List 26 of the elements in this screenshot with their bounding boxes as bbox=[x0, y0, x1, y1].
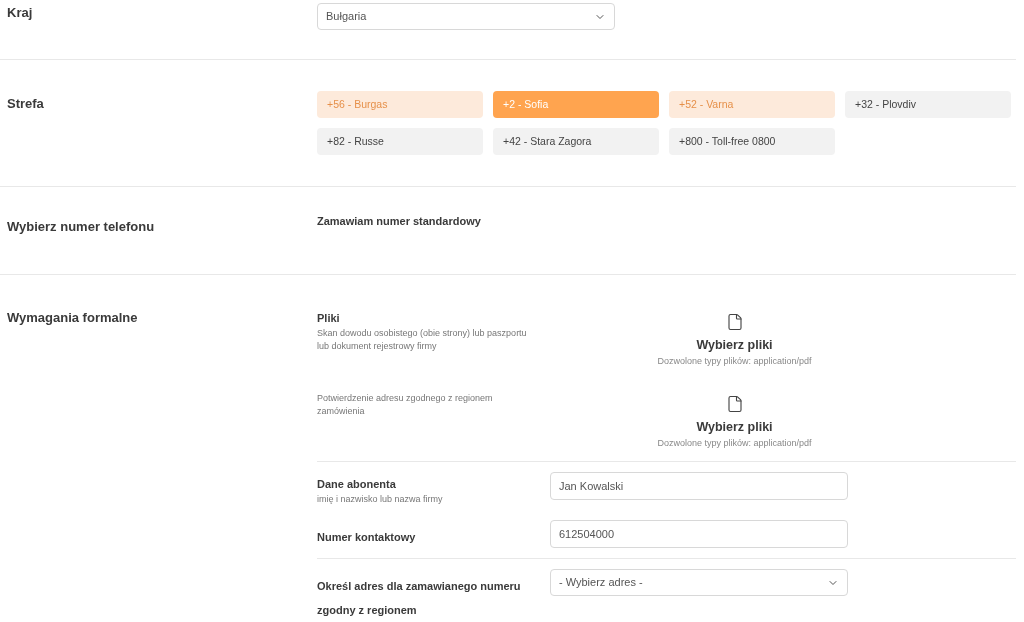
zone-option[interactable]: +32 - Plovdiv bbox=[845, 91, 1011, 118]
field-label: Określ adres dla zamawianego numeru zgodny z regionem bbox=[317, 580, 521, 616]
zone-option[interactable]: +82 - Russe bbox=[317, 128, 483, 155]
choose-files-button[interactable]: Wybierz pliki bbox=[696, 336, 773, 355]
field-label: Dane abonenta bbox=[317, 477, 397, 492]
file-types-hint: Dozwolone typy plików: application/pdf bbox=[657, 436, 812, 450]
section-label: Strefa bbox=[7, 96, 44, 111]
file-icon bbox=[725, 313, 744, 331]
select-field[interactable]: - Wybierz adres - bbox=[550, 569, 848, 596]
choose-files-button[interactable]: Wybierz pliki bbox=[696, 418, 773, 437]
contact-number-input[interactable]: 612504000 bbox=[550, 520, 848, 548]
files-title: Pliki bbox=[317, 311, 341, 326]
file-icon bbox=[725, 395, 744, 413]
zone-option[interactable]: +42 - Stara Zagora bbox=[493, 128, 659, 155]
section-label: Wymagania formalne bbox=[7, 310, 138, 325]
section-label: Wybierz numer telefonu bbox=[7, 219, 155, 234]
field-hint: imię i nazwisko lub nazwa firmy bbox=[317, 492, 444, 506]
field-label: Numer kontaktowy bbox=[317, 531, 416, 543]
select-field[interactable]: Bułgaria bbox=[317, 3, 615, 30]
file-description: Potwierdzenie adresu zgodnego z regionem zamówienia bbox=[317, 392, 494, 418]
section-label: Kraj bbox=[7, 5, 33, 20]
file-description: Skan dowodu osobistego (obie strony) lub paszportu lub dokument rejestrowy firmy bbox=[317, 326, 527, 353]
zone-option[interactable]: +800 - Toll-free 0800 bbox=[669, 128, 835, 155]
phone-option-text: Zamawiam numer standardowy bbox=[317, 214, 481, 229]
file-types-hint: Dozwolone typy plików: application/pdf bbox=[657, 354, 812, 368]
subscriber-input[interactable]: Jan Kowalski bbox=[550, 472, 848, 500]
